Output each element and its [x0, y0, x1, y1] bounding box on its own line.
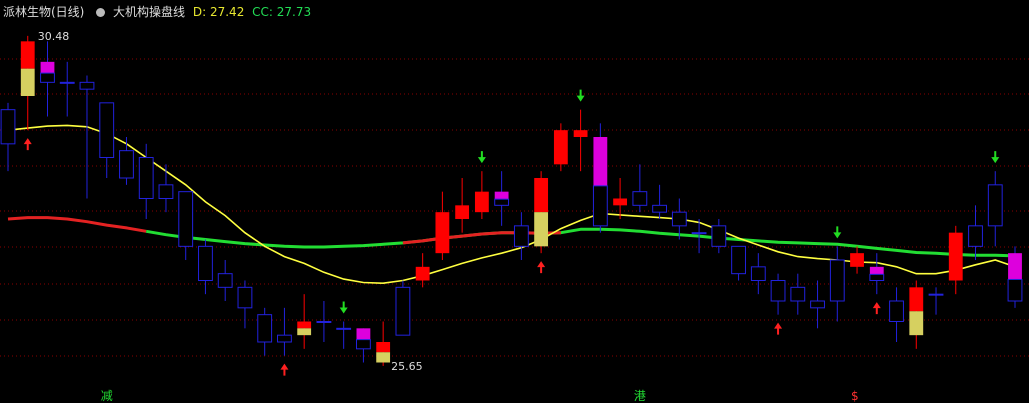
- candle-body: [119, 150, 134, 179]
- candle-body-highlight: [20, 68, 35, 96]
- sell-arrow-icon: [576, 89, 585, 102]
- candle-body: [691, 232, 707, 235]
- candle-body-highlight: [40, 61, 55, 74]
- price-labels: 30.48 25.65: [38, 30, 423, 373]
- candle-body: [909, 287, 924, 312]
- candle-body-highlight: [534, 212, 549, 247]
- candle-body: [534, 178, 549, 213]
- candle-body: [573, 130, 588, 137]
- candle-body: [336, 327, 352, 330]
- candle-body: [948, 232, 963, 281]
- candle-body: [592, 185, 608, 227]
- candle-body: [59, 81, 75, 84]
- marker-gang[interactable]: 港: [634, 389, 646, 403]
- sell-arrow-icon: [833, 226, 842, 239]
- candle-body-highlight: [297, 328, 312, 336]
- candle-body: [928, 293, 944, 296]
- bottom-markers: 减 港 $ 预: [101, 389, 1029, 403]
- candle-body: [494, 198, 510, 206]
- candles: [0, 35, 1023, 366]
- candle-body: [0, 109, 16, 145]
- candle-body: [415, 266, 430, 281]
- buy-arrow-icon: [537, 261, 546, 274]
- candle-body-highlight: [356, 328, 371, 340]
- candle-body: [455, 205, 470, 219]
- candle-body: [750, 266, 766, 282]
- red-line: [7, 216, 147, 233]
- candle-body: [376, 342, 391, 353]
- candle-body: [20, 41, 35, 69]
- low-price-label: 25.65: [391, 360, 423, 373]
- high-price-label: 30.48: [38, 30, 70, 43]
- candle-body: [237, 286, 253, 309]
- candle-body: [711, 225, 727, 247]
- candle-body: [869, 273, 885, 282]
- candle-body: [1007, 278, 1023, 302]
- candle-body: [632, 191, 648, 206]
- candle-body: [217, 273, 233, 288]
- candle-body-highlight: [1008, 253, 1022, 280]
- candle-body: [731, 245, 746, 275]
- candle-body: [889, 300, 904, 322]
- candle-body: [829, 259, 845, 302]
- candle-body-highlight: [593, 137, 608, 186]
- candle-body: [810, 300, 825, 309]
- buy-arrow-icon: [774, 322, 783, 335]
- candle-body: [257, 314, 273, 343]
- candle-body: [198, 245, 213, 281]
- candlestick-chart[interactable]: 30.48 25.65 减 港 $ 预: [0, 0, 1029, 403]
- candle-body-highlight: [909, 311, 924, 336]
- marker-jian[interactable]: 减: [101, 389, 113, 403]
- buy-arrow-icon: [280, 363, 289, 376]
- candle-body: [553, 130, 568, 165]
- candle-body-highlight: [494, 191, 509, 200]
- candle-body: [850, 253, 864, 267]
- candle-body-highlight: [869, 266, 884, 275]
- candle-body: [178, 191, 194, 247]
- candle-body: [987, 184, 1003, 227]
- sell-arrow-icon: [991, 151, 1000, 164]
- candle-body: [316, 321, 332, 323]
- candle-body: [513, 225, 529, 247]
- candle-body: [770, 280, 786, 302]
- grid-lines: [0, 58, 1029, 357]
- buy-arrow-icon: [23, 138, 32, 151]
- candle-body: [652, 204, 667, 213]
- candle-body: [158, 184, 174, 199]
- candle-body: [99, 102, 115, 159]
- sell-arrow-icon: [477, 151, 486, 164]
- candle-body: [790, 286, 806, 302]
- candle-body: [474, 191, 489, 213]
- candle-body: [968, 225, 983, 247]
- candle-body: [40, 72, 55, 83]
- candle-body: [435, 212, 450, 254]
- candle-body: [79, 81, 95, 90]
- candle-body: [277, 334, 292, 343]
- marker-dollar[interactable]: $: [851, 389, 859, 403]
- candle-body-highlight: [376, 352, 391, 363]
- candle-body: [356, 339, 371, 350]
- candle-body: [613, 198, 628, 206]
- candle-body: [297, 321, 312, 329]
- sell-arrow-icon: [339, 301, 348, 314]
- candle-body: [138, 157, 154, 199]
- candle-body: [671, 211, 687, 227]
- buy-arrow-icon: [872, 302, 881, 315]
- candle-body: [395, 286, 411, 336]
